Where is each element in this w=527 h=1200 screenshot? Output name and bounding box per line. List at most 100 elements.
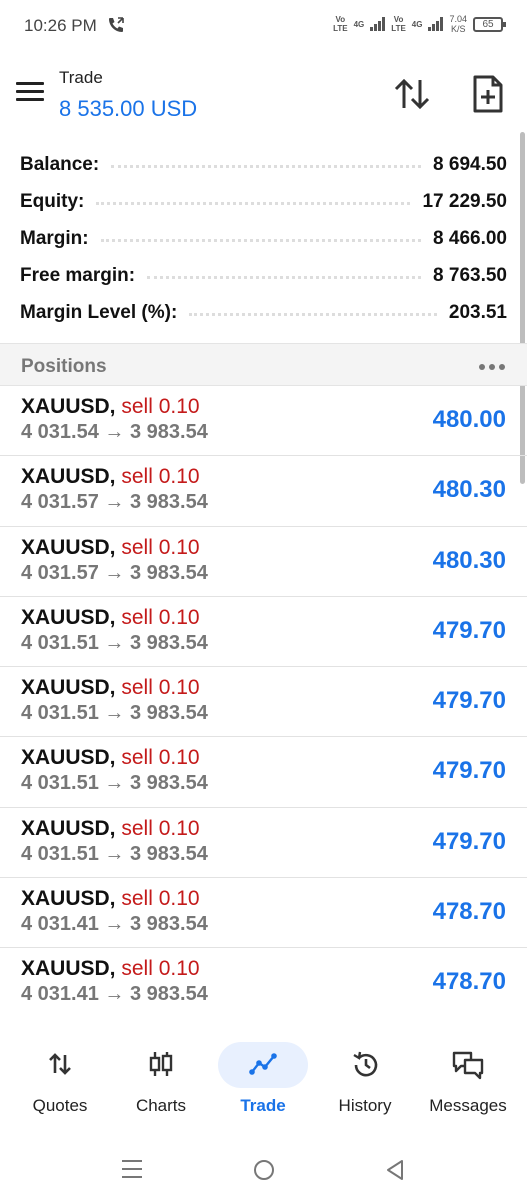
position-profit: 478.70 (432, 898, 506, 926)
nav-trade-label: Trade (240, 1096, 286, 1115)
position-symbol: XAUUSD, (21, 395, 116, 418)
position-row[interactable]: XAUUSD, sell 0.10 4 031.51 → 3 983.54 47… (0, 808, 527, 879)
hamburger-menu-icon[interactable] (16, 82, 44, 104)
trade-line-icon (249, 1053, 277, 1075)
position-profit: 478.70 (432, 968, 506, 996)
equity-value: 17 229.50 (422, 190, 507, 212)
dotted-leader (100, 239, 422, 242)
nav-quotes[interactable]: Quotes (10, 1030, 110, 1130)
free-margin-value: 8 763.50 (433, 264, 507, 286)
current-price: 3 983.54 (129, 631, 208, 654)
open-price: 4 031.51 (21, 631, 99, 654)
home-icon[interactable] (254, 1160, 274, 1180)
price-arrow-icon: → (104, 983, 125, 1006)
position-symbol: XAUUSD, (21, 605, 116, 629)
positions-title: Positions (21, 356, 107, 377)
nav-charts-label: Charts (135, 1096, 187, 1115)
candlestick-chart-icon (149, 1052, 173, 1076)
position-profit: 479.70 (432, 827, 506, 855)
position-row[interactable]: XAUUSD, sell 0.10 4 031.51 → 3 983.54 47… (0, 667, 527, 738)
price-arrow-icon: → (104, 561, 125, 584)
current-price: 3 983.54 (129, 913, 208, 936)
nav-trade[interactable]: Trade (213, 1030, 313, 1130)
free-margin-row: Free margin: 8 763.50 (0, 257, 527, 294)
volte-label-left: Vo LTE (333, 15, 348, 33)
price-arrow-icon: → (104, 421, 125, 443)
recent-apps-icon[interactable] (122, 1160, 142, 1180)
account-summary: Balance: 8 694.50 Equity: 17 229.50 Marg… (0, 146, 527, 331)
position-row[interactable]: XAUUSD, sell 0.10 4 031.41 → 3 983.54 47… (0, 878, 527, 949)
position-symbol: XAUUSD, (21, 465, 116, 489)
volte-label-right: Vo LTE (391, 15, 406, 33)
price-arrow-icon: → (104, 913, 125, 936)
price-arrow-icon: → (104, 702, 125, 725)
signal-strength-icon (370, 17, 386, 31)
open-price: 4 031.57 (21, 491, 99, 514)
position-row[interactable]: XAUUSD, sell 0.10 4 031.54 → 3 983.54 48… (0, 386, 527, 457)
status-time: 10:26 PM (24, 16, 97, 35)
position-profit: 479.70 (432, 616, 506, 644)
history-clock-icon (353, 1051, 378, 1077)
nav-charts[interactable]: Charts (111, 1030, 211, 1130)
current-price: 3 983.54 (129, 772, 208, 795)
position-side: sell 0.10 (121, 465, 200, 489)
system-navigation-bar (0, 1140, 527, 1200)
signal-type-left: 4G (353, 19, 365, 29)
position-profit: 479.70 (432, 757, 506, 785)
signal-type-right: 4G (411, 19, 423, 29)
position-row[interactable]: XAUUSD, sell 0.10 4 031.57 → 3 983.54 48… (0, 456, 527, 527)
margin-level-row: Margin Level (%): 203.51 (0, 294, 527, 331)
balance-label: Balance: (20, 153, 100, 175)
bottom-navigation: Quotes Charts Trade History Messages (0, 1030, 527, 1130)
quotes-icon (49, 1053, 71, 1075)
open-price: 4 031.51 (21, 702, 99, 725)
position-side: sell 0.10 (121, 746, 200, 770)
position-side: sell 0.10 (121, 957, 200, 981)
price-arrow-icon: → (104, 772, 125, 795)
status-bar: 10:26 PM Vo LTE 4G Vo LTE 4G 7.04 K/S 65 (0, 0, 527, 54)
current-price: 3 983.54 (129, 421, 208, 443)
position-side: sell 0.10 (121, 535, 200, 559)
position-row[interactable]: XAUUSD, sell 0.10 4 031.41 → 3 983.54 47… (0, 948, 527, 1018)
position-symbol: XAUUSD, (21, 676, 116, 700)
price-arrow-icon: → (104, 491, 125, 514)
nav-messages[interactable]: Messages (418, 1030, 518, 1130)
current-price: 3 983.54 (129, 983, 208, 1006)
more-dots-icon[interactable] (479, 364, 505, 370)
position-side: sell 0.10 (121, 395, 200, 418)
margin-level-label: Margin Level (%): (20, 301, 178, 323)
back-icon[interactable] (385, 1159, 405, 1181)
current-price: 3 983.54 (129, 842, 208, 865)
margin-row: Margin: 8 466.00 (0, 220, 527, 257)
nav-messages-label: Messages (429, 1096, 507, 1115)
equity-label: Equity: (20, 190, 85, 212)
nav-quotes-label: Quotes (32, 1096, 88, 1115)
page-title: Trade (59, 68, 103, 87)
signal-strength-icon (428, 17, 444, 31)
dotted-leader (147, 276, 422, 279)
header-balance: 8 535.00 USD (59, 96, 198, 121)
balance-row: Balance: 8 694.50 (0, 146, 527, 183)
positions-list: XAUUSD, sell 0.10 4 031.54 → 3 983.54 48… (0, 386, 527, 1019)
nav-history[interactable]: History (315, 1030, 415, 1130)
position-symbol: XAUUSD, (21, 887, 116, 911)
position-row[interactable]: XAUUSD, sell 0.10 4 031.51 → 3 983.54 47… (0, 597, 527, 668)
price-arrow-icon: → (104, 631, 125, 654)
battery-icon: 65 (473, 16, 506, 32)
dotted-leader (189, 313, 437, 316)
network-speed: 7.04 K/S (449, 14, 467, 34)
free-margin-label: Free margin: (20, 264, 136, 286)
current-price: 3 983.54 (129, 561, 208, 584)
new-document-icon[interactable] (470, 74, 506, 114)
dotted-leader (111, 165, 422, 168)
position-row[interactable]: XAUUSD, sell 0.10 4 031.57 → 3 983.54 48… (0, 527, 527, 597)
position-row[interactable]: XAUUSD, sell 0.10 4 031.51 → 3 983.54 47… (0, 737, 527, 808)
position-side: sell 0.10 (121, 887, 200, 911)
call-forward-icon (109, 17, 124, 32)
price-arrow-icon: → (104, 842, 125, 865)
balance-value: 8 694.50 (433, 153, 507, 175)
position-side: sell 0.10 (121, 605, 200, 629)
sort-arrows-icon[interactable] (392, 76, 432, 112)
open-price: 4 031.54 (21, 421, 99, 443)
position-symbol: XAUUSD, (21, 535, 116, 559)
